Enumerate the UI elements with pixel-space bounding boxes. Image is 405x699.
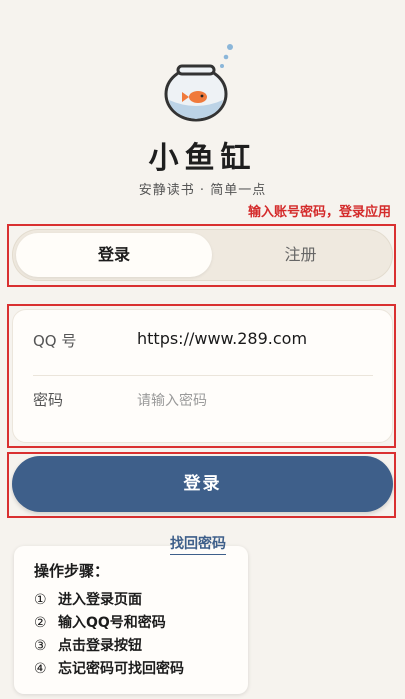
step-item: ③ 点击登录按钮 — [34, 638, 142, 654]
step-item: ④ 忘记密码可找回密码 — [34, 661, 184, 677]
account-label: QQ 号 — [33, 332, 77, 350]
steps-title: 操作步骤： — [34, 562, 110, 580]
annotation-label: 输入账号密码，登录应用 — [247, 205, 391, 220]
account-input[interactable]: https://www.289.com — [137, 329, 307, 348]
app-subtitle: 安静读书 · 简单一点 — [138, 183, 267, 198]
steps-panel: 操作步骤： ① 进入登录页面 ② 输入QQ号和密码 ③ 点击登录按钮 ④ 忘记密码可找回… — [14, 546, 248, 694]
login-button[interactable]: 登录 — [12, 456, 393, 512]
fishbowl-icon — [164, 44, 233, 122]
auth-tabs: 登录 注册 — [12, 229, 393, 281]
password-label: 密码 — [33, 391, 64, 409]
field-divider — [33, 375, 373, 376]
tab-register[interactable]: 注册 — [212, 233, 389, 277]
step-item: ① 进入登录页面 — [34, 592, 142, 608]
forgot-password-link[interactable]: 找回密码 — [170, 533, 226, 555]
login-form: QQ 号 https://www.289.com 密码 请输入密码 — [12, 309, 393, 443]
tab-login[interactable]: 登录 — [16, 233, 212, 277]
app-title: 小鱼缸 — [148, 141, 257, 176]
password-input[interactable]: 请输入密码 — [137, 390, 207, 410]
step-item: ② 输入QQ号和密码 — [34, 615, 166, 631]
